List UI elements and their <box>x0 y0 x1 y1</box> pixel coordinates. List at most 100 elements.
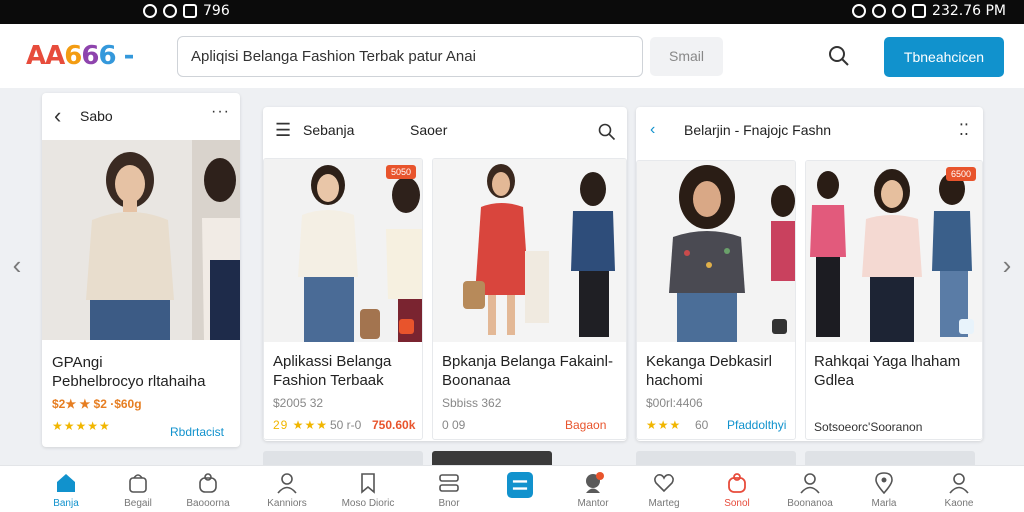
pin-icon <box>875 472 893 494</box>
alarm-icon <box>872 4 887 18</box>
nav-label: Begail <box>124 498 152 509</box>
wifi-icon <box>892 4 907 18</box>
product-link[interactable]: Rbdrtacist <box>170 425 224 439</box>
list-icon <box>439 474 459 492</box>
home-icon <box>57 474 75 492</box>
nav-item-kanniors[interactable]: Kanniors <box>250 468 324 512</box>
product-card[interactable]: Bpkanja Belanga Fakainl- Boonanaa Sbbiss… <box>432 158 627 440</box>
nav-label: Boonanoa <box>787 498 833 509</box>
more-options-icon[interactable]: ··· <box>211 103 230 121</box>
discount-tag: 5050 <box>385 165 416 179</box>
product-detail-panel: ‹ Sabo ··· GPAngi Pebhelbrocyo rltahaiha… <box>42 93 240 447</box>
bag-icon <box>129 474 147 493</box>
nav-label: Banja <box>53 498 79 509</box>
product-card-peek[interactable] <box>263 451 423 465</box>
wifi-icon <box>163 4 177 18</box>
bag-icon <box>728 473 746 493</box>
nav-item-mantor[interactable]: Mantor <box>556 468 630 512</box>
nav-label: Moso Dioric <box>341 498 395 509</box>
badge-icon <box>399 319 414 334</box>
product-image <box>264 159 422 342</box>
back-arrow-icon[interactable]: ‹ <box>650 121 655 139</box>
search-submit-button[interactable]: Smail <box>650 37 723 76</box>
product-meta-secondary: 0 09 <box>442 418 466 432</box>
nav-item-bnor[interactable]: Bnor <box>412 468 486 512</box>
product-image <box>433 159 626 342</box>
badge-icon <box>959 319 974 334</box>
product-card-peek[interactable] <box>636 451 796 465</box>
menu-icon <box>507 472 533 498</box>
nav-item-baooorna[interactable]: Baooorna <box>171 468 245 512</box>
nav-label: Marla <box>871 498 897 509</box>
nav-item-begail[interactable]: Begail <box>101 468 175 512</box>
chevron-right-icon[interactable]: › <box>998 252 1016 278</box>
product-title-line1: Rahkqai Yaga lhaham <box>814 353 961 370</box>
product-link[interactable]: Bagaon <box>565 418 606 432</box>
app-header: AA666 - Apliqisi Belanga Fashion Terbak … <box>0 24 1024 88</box>
nav-item-menu[interactable] <box>483 468 557 512</box>
nav-label: Kaone <box>944 498 974 509</box>
chevron-left-icon[interactable]: ‹ <box>8 252 26 278</box>
back-arrow-icon[interactable]: ‹ <box>54 103 61 129</box>
grid-icon[interactable]: ⁚⁚ <box>959 120 969 140</box>
product-title-line2: Fashion Terbaak <box>273 372 384 389</box>
bookmark-icon <box>361 473 375 494</box>
clock-icon <box>852 4 867 18</box>
user-icon <box>277 473 297 494</box>
search-icon[interactable] <box>828 45 850 67</box>
notification-icon <box>183 4 197 18</box>
product-card[interactable]: 6500 Rahkqai Yaga lhaham Gdlea Sotsoeorc… <box>805 160 983 440</box>
panel-title: Belarjin - Fnajojc Fashn <box>684 122 832 138</box>
nav-label: Bnor <box>438 498 460 509</box>
app-logo[interactable]: AA666 - <box>26 41 134 71</box>
nav-item-sonol[interactable]: Sonol <box>700 468 774 512</box>
nav-label: Baooorna <box>186 498 230 509</box>
product-card[interactable]: 5050 Aplikassi Belanga Fashion Terbaak $… <box>263 158 423 440</box>
nav-item-kaone[interactable]: Kaone <box>922 468 996 512</box>
product-price: 750.60k <box>372 418 416 432</box>
nav-item-marla[interactable]: Marla <box>847 468 921 512</box>
mic-icon <box>143 4 157 18</box>
badge-icon <box>772 319 787 334</box>
product-title-line1: GPAngi <box>52 354 103 371</box>
status-left: 796 <box>143 3 230 19</box>
nav-item-boonanoa[interactable]: Boonanoa <box>773 468 847 512</box>
product-title-line1: Kekanga Debkasirl <box>646 353 772 370</box>
product-title-line1: Bpkanja Belanga Fakainl- <box>442 353 613 370</box>
status-right: 232.76 PM <box>852 3 1006 19</box>
hamburger-menu-icon[interactable]: ☰ <box>275 121 291 139</box>
star-rating: 29 ★★★ <box>273 418 328 432</box>
nav-label: Kanniors <box>267 498 307 509</box>
search-icon[interactable] <box>598 123 616 141</box>
nav-item-marteg[interactable]: Marteg <box>627 468 701 512</box>
star-rating: ★★★★★ <box>52 419 111 433</box>
nav-label: Marteg <box>648 498 680 509</box>
nav-item-home[interactable]: Banja <box>29 468 103 512</box>
product-card-peek[interactable] <box>805 451 975 465</box>
product-image <box>637 161 795 342</box>
product-title-line2: Pebhelbrocyo rltahaiha <box>52 373 206 390</box>
product-image <box>806 161 982 342</box>
shop-panel: ☰ Sebanja Saoer 5050 Aplikassi Belanga F… <box>263 107 627 441</box>
bottom-navigation: Banja Begail Baooorna Kanniors Moso Dior… <box>0 465 1024 512</box>
panel-header: ‹ Sabo ··· <box>42 93 240 140</box>
panel-header: ‹ Belarjin - Fnajojc Fashn ⁚⁚ <box>636 107 983 154</box>
product-title-line1: Aplikassi Belanga <box>273 353 392 370</box>
bag-icon <box>199 473 217 493</box>
product-card-peek[interactable] <box>432 451 552 465</box>
product-card[interactable]: Kekanga Debkasirl hachomi $00rl:4406 ★★★… <box>636 160 796 440</box>
rating-count: 50 r-0 <box>330 418 362 432</box>
primary-action-button[interactable]: Tbneahcicen <box>884 37 1004 77</box>
user-icon <box>800 473 820 494</box>
product-meta: Sbbiss 362 <box>442 396 502 410</box>
heart-icon <box>654 474 674 493</box>
product-meta: $2005 32 <box>273 396 324 410</box>
search-input[interactable]: Apliqisi Belanga Fashion Terbak patur An… <box>177 36 643 77</box>
discount-tag: 6500 <box>945 167 976 181</box>
product-image[interactable] <box>42 140 240 340</box>
product-price: $2★ ★ $2 ·$60g <box>52 397 142 411</box>
panel-title: Sabo <box>80 108 113 124</box>
nav-item-moso-dioric[interactable]: Moso Dioric <box>331 468 405 512</box>
status-bar: 796 232.76 PM <box>0 0 1024 24</box>
product-link[interactable]: Pfaddolthyi <box>727 418 786 432</box>
